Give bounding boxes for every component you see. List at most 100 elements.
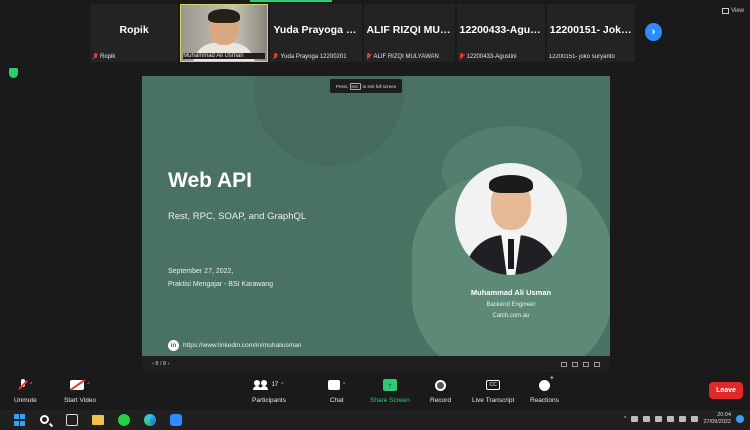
slide-page-nav[interactable]: ‹ 8 / 8 ›: [152, 361, 169, 367]
fit-icon[interactable]: [594, 361, 600, 367]
grid-view-icon: [722, 8, 730, 14]
shared-screen: Web API Rest, RPC, SOAP, and GraphQL Sep…: [142, 76, 610, 356]
participant-tile-yuda[interactable]: Yuda Prayoga 1... Yuda Prayoga 12200201: [270, 4, 362, 62]
slide-subtitle: Rest, RPC, SOAP, and GraphQL: [168, 211, 307, 222]
slideshow-icon[interactable]: [583, 361, 589, 367]
participants-button[interactable]: 17 ^ Participants: [252, 376, 286, 404]
chevron-up-icon[interactable]: ^: [624, 416, 627, 422]
slide-sorter-icon[interactable]: [572, 361, 578, 367]
share-screen-icon: ↑: [382, 379, 397, 391]
mic-muted-icon: [366, 53, 372, 60]
clock-date: 27/09/2022: [703, 419, 731, 425]
participant-tile-muhammad[interactable]: Muhammad Ali Usman: [180, 4, 269, 62]
participants-label: Participants: [252, 397, 286, 404]
chat-label: Chat: [329, 397, 344, 404]
participant-name: ALIF RIZQI MUL...: [366, 24, 455, 36]
mic-tray-icon[interactable]: [643, 416, 651, 422]
participant-tile-alif[interactable]: ALIF RIZQI MUL... ALIF RIZQI MULYAWAN: [363, 4, 455, 62]
participant-label: ALIF RIZQI MULYAWAN: [373, 53, 439, 60]
participant-strip: Ropik Ropik Muhammad Ali Usman Yuda Pray…: [90, 4, 662, 62]
slide-event: Praktisi Mengajar - BSI Karawang: [168, 281, 274, 288]
mic-muted-icon: [92, 53, 98, 60]
mic-muted-icon: [459, 53, 465, 60]
portrait-tie: [508, 239, 514, 269]
start-video-label: Start Video: [64, 397, 97, 404]
hint-text: to exit full screen: [362, 83, 397, 89]
whatsapp-icon[interactable]: [118, 414, 130, 426]
participant-name: Yuda Prayoga 1...: [273, 24, 361, 36]
language-icon[interactable]: [655, 416, 663, 422]
mic-muted-icon: [19, 379, 27, 391]
video-off-icon: [70, 380, 85, 390]
unmute-label: Unmute: [14, 397, 37, 404]
portrait-hair: [489, 175, 533, 193]
esc-key: esc: [349, 82, 361, 90]
clock-time: 20:04: [717, 412, 731, 418]
participant-label: 12200433-Agustini: [466, 53, 517, 60]
exit-fullscreen-hint: Press esc to exit full screen: [330, 79, 403, 93]
notification-icon[interactable]: [736, 415, 744, 423]
chat-button[interactable]: ^ Chat: [328, 376, 345, 404]
record-label: Record: [430, 397, 451, 404]
participant-tile-agustini[interactable]: 12200433-Agus... 12200433-Agustini: [456, 4, 545, 62]
record-button[interactable]: Record: [430, 376, 451, 404]
leave-button[interactable]: Leave: [709, 382, 743, 399]
start-video-button[interactable]: ^ Start Video: [64, 376, 96, 404]
volume-icon[interactable]: [679, 416, 687, 422]
speaker-company: Catch.com.au: [492, 313, 530, 319]
slide-date: September 27, 2022,: [168, 268, 234, 275]
slide-control-bar: ‹ 8 / 8 ›: [142, 356, 610, 372]
caret-up-icon[interactable]: ^: [343, 382, 345, 388]
participant-label: Ropik: [100, 53, 116, 60]
task-view-icon[interactable]: [66, 414, 78, 426]
reading-view-icon[interactable]: [561, 361, 567, 367]
participant-tile-joko[interactable]: 12200151- Joko... 12200151- joko suryant…: [546, 4, 635, 62]
view-label: View: [731, 8, 744, 14]
view-button[interactable]: View: [722, 8, 744, 14]
meeting-toolbar: ^ Unmute ^ Start Video 17 ^ Participants …: [0, 374, 750, 410]
search-icon[interactable]: [40, 415, 49, 424]
participant-name: Ropik: [119, 24, 149, 36]
mic-muted-icon: [272, 53, 278, 60]
linkedin-url: https://www.linkedin.com/in/muhaliusman: [183, 342, 302, 349]
reactions-button[interactable]: Reactions: [530, 375, 559, 405]
participant-name: 12200151- Joko...: [549, 24, 635, 36]
battery-icon[interactable]: [691, 416, 699, 422]
hint-text: Press: [336, 83, 348, 89]
participant-label: Muhammad Ali Usman: [183, 53, 244, 59]
unmute-button[interactable]: ^ Unmute: [14, 376, 37, 404]
reactions-icon: [538, 375, 554, 391]
zoom-app-icon[interactable]: [170, 414, 182, 426]
participant-label: Yuda Prayoga 12200201: [280, 53, 347, 60]
shield-icon[interactable]: [9, 68, 18, 78]
caret-up-icon[interactable]: ^: [87, 382, 89, 388]
record-icon: [434, 379, 446, 391]
slide-link: in https://www.linkedin.com/in/muhaliusm…: [168, 340, 302, 351]
live-transcript-label: Live Transcript: [472, 397, 515, 404]
edge-browser-icon[interactable]: [144, 414, 156, 426]
participant-name: 12200433-Agus...: [459, 24, 545, 36]
active-speaker-indicator: [250, 0, 332, 2]
cloud-icon[interactable]: [631, 416, 639, 422]
closed-caption-icon: CC: [486, 380, 501, 390]
participants-count: 17: [271, 382, 279, 388]
video-hair: [208, 9, 241, 23]
windows-taskbar: ^ 20:04 27/09/2022: [0, 410, 750, 430]
clock[interactable]: 20:04 27/09/2022: [703, 412, 731, 426]
file-explorer-icon[interactable]: [92, 415, 104, 425]
share-screen-button[interactable]: ↑ Share Screen: [370, 376, 410, 404]
wifi-icon[interactable]: [667, 416, 675, 422]
speaker-name: Muhammad Ali Usman: [470, 288, 552, 297]
participant-tile-ropik[interactable]: Ropik Ropik: [90, 4, 179, 62]
caret-up-icon[interactable]: ^: [30, 382, 32, 388]
live-transcript-button[interactable]: CC Live Transcript: [472, 376, 514, 404]
system-tray: ^ 20:04 27/09/2022: [624, 412, 744, 426]
windows-start-icon[interactable]: [14, 414, 26, 426]
participants-icon: [253, 380, 268, 390]
speaker-portrait: [455, 163, 567, 275]
linkedin-icon: in: [168, 340, 179, 351]
slide-title: Web API: [168, 169, 253, 192]
next-participants-button[interactable]: ›: [644, 23, 662, 41]
share-screen-label: Share Screen: [370, 397, 410, 404]
caret-up-icon[interactable]: ^: [281, 382, 283, 388]
